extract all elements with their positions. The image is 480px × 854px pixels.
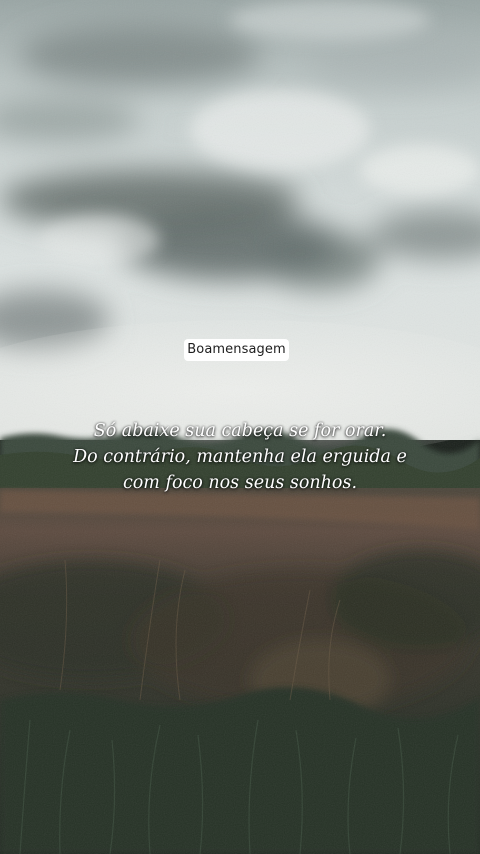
quote-line: com foco nos seus sonhos.	[122, 473, 358, 493]
story-frame: Boamensagem Só abaixe sua cabeça se for …	[0, 0, 480, 854]
quote-line: Do contrário, mantenha ela erguida e	[73, 447, 407, 467]
watermark-label: Boamensagem	[184, 339, 289, 361]
quote-line: Só abaixe sua cabeça se for orar.	[93, 421, 387, 441]
quote-text: Só abaixe sua cabeça se for orar. Do con…	[0, 418, 480, 496]
